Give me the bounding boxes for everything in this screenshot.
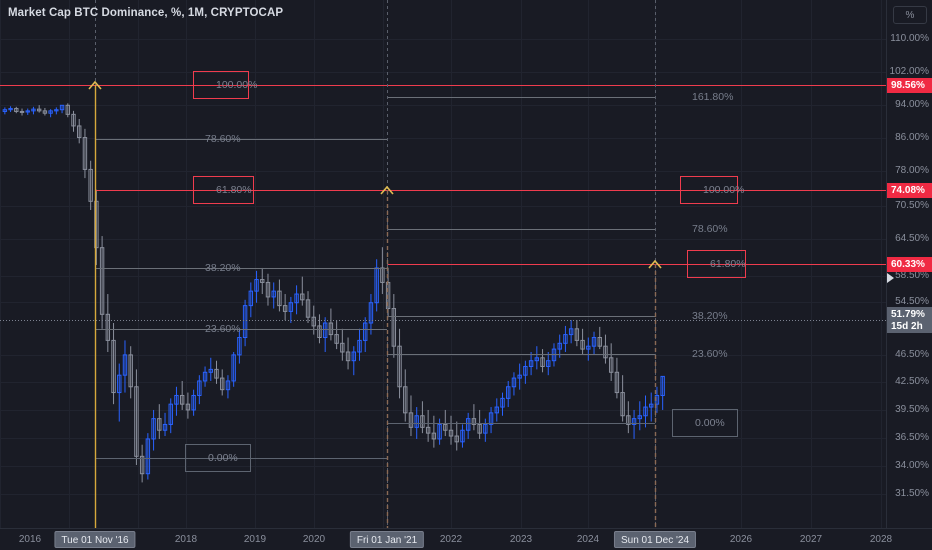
time-axis-tick: 2022 xyxy=(439,534,463,545)
price-axis-level-badge: 60.33% xyxy=(887,257,932,272)
time-axis-tick: 2019 xyxy=(243,534,267,545)
price-axis-tick: 36.50% xyxy=(895,432,929,443)
price-axis-tick: 31.50% xyxy=(895,488,929,499)
time-axis[interactable]: 2016 2018 2019 2020 2022 2023 2024 2026 2027 2028… xyxy=(0,528,932,550)
price-axis-tick: 86.00% xyxy=(895,132,929,143)
fib-level-label-box[interactable]: 61.80% xyxy=(687,250,746,278)
chart-title: Market Cap BTC Dominance, %, 1M, CRYPTOC… xyxy=(8,7,284,19)
fib-level-label-box[interactable]: 100.00% xyxy=(193,71,257,99)
price-unit-box[interactable]: % xyxy=(893,6,927,24)
fib-level-label-box[interactable]: 61.80% xyxy=(193,176,254,204)
bar-countdown: 15d 2h xyxy=(891,321,923,332)
time-axis-date-badge: Tue 01 Nov '16 xyxy=(54,531,136,548)
price-axis[interactable]: % 110.00% 102.00% 94.00% 86.00% 78.00% 70.50%… xyxy=(886,0,932,528)
price-axis-tick: 78.00% xyxy=(895,165,929,176)
fib-level-label-box[interactable]: 100.00% xyxy=(680,176,744,204)
fib-level-label: 38.20% xyxy=(205,262,241,274)
fib-level-label: 23.60% xyxy=(205,323,241,335)
price-axis-tick: 102.00% xyxy=(889,66,929,77)
fib-level-label-box[interactable]: 0.00% xyxy=(672,409,738,437)
time-axis-tick: 2023 xyxy=(509,534,533,545)
price-axis-tick: 64.50% xyxy=(895,233,929,244)
price-axis-level-badge: 74.08% xyxy=(887,183,932,198)
fib-level-label: 38.20% xyxy=(692,310,728,322)
price-axis-tick: 54.50% xyxy=(895,296,929,307)
time-axis-tick: 2026 xyxy=(729,534,753,545)
price-axis-tick: 34.00% xyxy=(895,460,929,471)
time-axis-tick: 2027 xyxy=(799,534,823,545)
time-axis-date-badge: Sun 01 Dec '24 xyxy=(613,531,697,548)
current-price-badge: 51.79% 15d 2h xyxy=(887,307,932,333)
time-axis-tick: 2018 xyxy=(174,534,198,545)
price-axis-tick: 46.50% xyxy=(895,349,929,360)
time-axis-tick: 2016 xyxy=(18,534,42,545)
fibonacci-drawings[interactable] xyxy=(0,0,886,528)
price-axis-tick: 110.00% xyxy=(890,33,929,44)
chart-plot-area[interactable]: 100.00% 78.60% 61.80% 38.20% 23.60% 0.00% 161.… xyxy=(0,0,886,528)
time-axis-date-badge: Fri 01 Jan '21 xyxy=(349,531,425,548)
price-axis-tick: 42.50% xyxy=(895,376,929,387)
fib-level-label: 78.60% xyxy=(205,133,241,145)
fib-level-label: 161.80% xyxy=(692,91,734,103)
current-price-value: 51.79% xyxy=(891,309,925,320)
fib-level-label: 23.60% xyxy=(692,348,728,360)
time-axis-tick: 2020 xyxy=(302,534,326,545)
price-axis-level-badge: 98.56% xyxy=(887,78,932,93)
price-axis-tick: 39.50% xyxy=(895,404,929,415)
price-axis-tick: 94.00% xyxy=(895,99,929,110)
time-axis-tick: 2024 xyxy=(576,534,600,545)
fib-level-label-box[interactable]: 0.00% xyxy=(185,444,251,472)
price-cursor-arrow-icon xyxy=(887,273,894,283)
time-axis-tick: 2028 xyxy=(869,534,893,545)
price-axis-tick: 70.50% xyxy=(895,200,929,211)
tradingview-chart-window: 100.00% 78.60% 61.80% 38.20% 23.60% 0.00% 161.… xyxy=(0,0,932,550)
fib-level-label: 78.60% xyxy=(692,223,728,235)
